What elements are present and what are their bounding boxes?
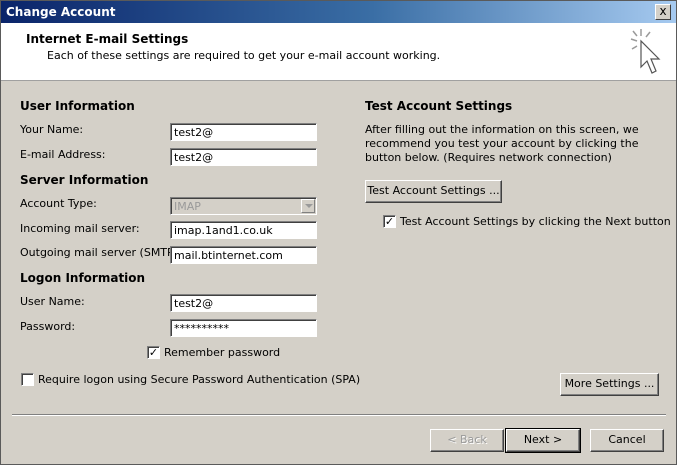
remember-password-checkbox[interactable]: ✓ bbox=[147, 346, 160, 359]
next-button[interactable]: Next > bbox=[505, 428, 581, 453]
incoming-server-label: Incoming mail server: bbox=[20, 222, 140, 235]
your-name-label: Your Name: bbox=[20, 123, 84, 136]
user-info-heading: User Information bbox=[20, 99, 135, 113]
header-title: Internet E-mail Settings bbox=[26, 32, 189, 46]
logon-info-heading: Logon Information bbox=[20, 271, 146, 285]
password-input[interactable]: ********** bbox=[170, 319, 317, 337]
test-on-next-label: Test Account Settings by clicking the Ne… bbox=[400, 215, 671, 228]
back-button[interactable]: < Back bbox=[430, 429, 504, 452]
window-title: Change Account bbox=[6, 5, 116, 19]
email-address-input[interactable]: test2@ bbox=[170, 148, 317, 166]
title-bar: Change Account x bbox=[1, 1, 676, 23]
server-info-heading: Server Information bbox=[20, 173, 149, 187]
change-account-dialog: Change Account x Internet E-mail Setting… bbox=[0, 0, 677, 465]
wizard-cursor-icon bbox=[630, 29, 661, 74]
test-settings-heading: Test Account Settings bbox=[365, 99, 513, 113]
remember-password-label: Remember password bbox=[164, 346, 281, 359]
chevron-down-icon bbox=[301, 199, 315, 213]
account-type-select: IMAP bbox=[170, 197, 317, 215]
email-address-label: E-mail Address: bbox=[20, 148, 106, 161]
spa-checkbox[interactable] bbox=[21, 373, 34, 386]
header-panel: Internet E-mail Settings Each of these s… bbox=[1, 23, 676, 81]
user-name-label: User Name: bbox=[20, 295, 85, 308]
cancel-button[interactable]: Cancel bbox=[590, 429, 664, 452]
incoming-server-input[interactable]: imap.1and1.co.uk bbox=[170, 221, 317, 239]
outgoing-server-label: Outgoing mail server (SMTP): bbox=[20, 246, 182, 259]
header-subtitle: Each of these settings are required to g… bbox=[47, 49, 441, 62]
your-name-input[interactable]: test2@ bbox=[170, 123, 317, 141]
more-settings-button[interactable]: More Settings ... bbox=[560, 373, 659, 396]
close-button[interactable]: x bbox=[655, 4, 671, 20]
password-label: Password: bbox=[20, 320, 76, 333]
test-on-next-checkbox[interactable]: ✓ bbox=[383, 215, 396, 228]
test-account-settings-button[interactable]: Test Account Settings ... bbox=[365, 180, 502, 203]
account-type-label: Account Type: bbox=[20, 197, 97, 210]
test-settings-description: After filling out the information on thi… bbox=[365, 123, 639, 164]
footer-divider bbox=[12, 414, 666, 416]
spa-label: Require logon using Secure Password Auth… bbox=[38, 373, 361, 386]
outgoing-server-input[interactable]: mail.btinternet.com bbox=[170, 246, 317, 264]
account-type-value: IMAP bbox=[174, 200, 201, 213]
user-name-input[interactable]: test2@ bbox=[170, 294, 317, 312]
